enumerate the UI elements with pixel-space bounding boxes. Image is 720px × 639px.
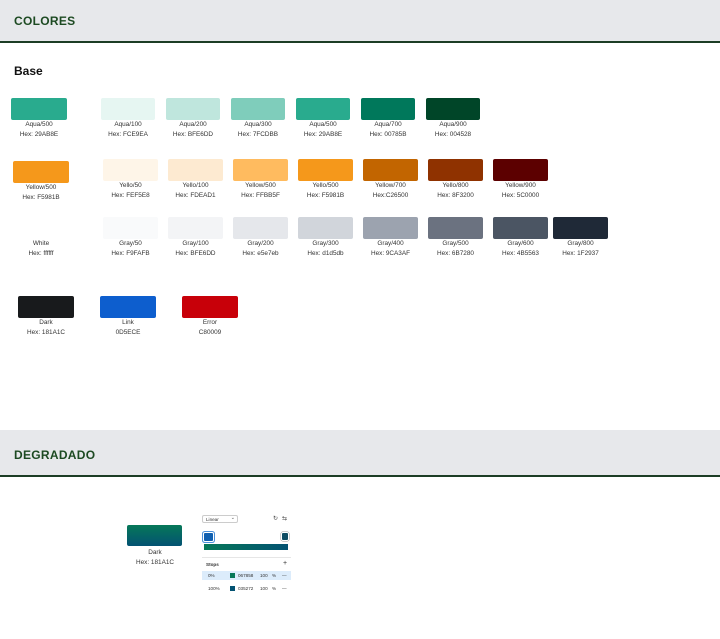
color-swatch xyxy=(11,98,67,120)
swatch-hex: Hex: 5C0000 xyxy=(501,192,540,199)
color-swatch xyxy=(426,98,480,120)
swatch-name: Gray/800 xyxy=(567,240,594,247)
color-swatch xyxy=(168,159,223,181)
swatch-label: Link 0D5ECE xyxy=(83,318,173,338)
swatch-name: Dark xyxy=(148,549,162,556)
stop-color-chip[interactable] xyxy=(230,586,235,591)
color-swatch xyxy=(363,159,418,181)
stop-opacity-unit: % xyxy=(272,586,277,591)
color-swatch xyxy=(361,98,415,120)
color-swatch xyxy=(428,217,483,239)
stops-heading: Stops xyxy=(206,562,219,567)
stop-row[interactable]: 0% 067858 100 % — xyxy=(202,571,291,580)
stop-color-chip[interactable] xyxy=(230,573,235,578)
gradient-stop-handle-start[interactable] xyxy=(204,533,213,541)
color-swatch xyxy=(296,98,350,120)
stop-hex[interactable]: 067858 xyxy=(238,571,253,580)
gradient-type-select[interactable]: Linear ⌄ xyxy=(202,515,238,523)
color-swatch xyxy=(298,217,353,239)
remove-stop-icon[interactable]: — xyxy=(282,571,287,580)
swatch-hex: Hex: 181A1C xyxy=(26,329,65,336)
color-swatch xyxy=(231,98,285,120)
color-swatch xyxy=(168,217,223,239)
gradient-editor: Linear ⌄ ↻ ⇆ Stops + 0% 067858 100 % — 1… xyxy=(200,512,293,604)
swatch-name: Yellow/900 xyxy=(505,182,536,189)
swatch-hex: Hex: ffffff xyxy=(28,250,54,257)
stop-opacity-unit: % xyxy=(272,573,277,578)
colores-header: COLORES xyxy=(0,0,720,43)
swatch-hex: Hex: 181A1C xyxy=(135,559,174,566)
swatch-label: Aqua/900 Hex: 004528 xyxy=(408,120,498,140)
color-swatch xyxy=(103,217,158,239)
color-swatch xyxy=(298,159,353,181)
swatch-hex: C80009 xyxy=(198,329,222,336)
swatch-hex: Hex: F5981B xyxy=(22,194,60,201)
stop-opacity[interactable]: 100 xyxy=(260,571,268,580)
swatch-label: Error C80009 xyxy=(165,318,255,338)
color-swatch xyxy=(103,159,158,181)
stop-position[interactable]: 100% xyxy=(208,584,220,593)
swatch-hex: Hex: 1F2937 xyxy=(562,250,599,257)
stop-opacity[interactable]: 100 xyxy=(260,584,268,593)
swatch-hex: Hex: 29AB8E xyxy=(19,131,59,138)
swap-icon[interactable]: ⇆ xyxy=(282,515,287,522)
swatch-name: Aqua/900 xyxy=(439,121,467,128)
base-title: Base xyxy=(14,64,43,78)
swatch-name: Yellow/500 xyxy=(25,184,57,191)
color-swatch xyxy=(101,98,155,120)
chevron-down-icon: ⌄ xyxy=(230,515,235,521)
stop-row[interactable]: 100% 035272 100 % — xyxy=(202,584,291,593)
color-swatch xyxy=(18,296,74,318)
color-swatch xyxy=(13,161,69,183)
gradient-type-value: Linear xyxy=(206,517,219,522)
divider xyxy=(202,557,291,558)
swatch-label: White Hex: ffffff xyxy=(0,239,86,259)
stop-position[interactable]: 0% xyxy=(208,571,215,580)
swatch-name: Aqua/500 xyxy=(25,121,53,128)
color-swatch xyxy=(553,217,608,239)
swatch-label: Yellow/500 Hex: F5981B xyxy=(0,183,86,203)
gradient-stop-handle-end[interactable] xyxy=(282,533,288,540)
gradient-swatch-label: Dark Hex: 181A1C xyxy=(110,548,200,568)
gradient-bar[interactable] xyxy=(204,544,288,550)
remove-stop-icon[interactable]: — xyxy=(282,584,287,593)
color-swatch xyxy=(182,296,238,318)
colores-title: COLORES xyxy=(14,14,76,28)
swatch-label: Gray/800 Hex: 1F2937 xyxy=(536,239,626,259)
color-swatch xyxy=(233,217,288,239)
swatch-label: Yellow/900 Hex: 5C0000 xyxy=(476,181,566,201)
color-swatch xyxy=(493,217,548,239)
add-stop-button[interactable]: + xyxy=(283,560,287,567)
swatch-hex: 0D5ECE xyxy=(115,329,141,336)
stop-hex[interactable]: 035272 xyxy=(238,584,253,593)
swatch-hex: Hex: 004528 xyxy=(434,131,472,138)
swatch-name: Error xyxy=(202,319,218,326)
swatch-name: Link xyxy=(122,319,134,326)
color-swatch xyxy=(233,159,288,181)
color-swatch xyxy=(428,159,483,181)
swatch-label: Aqua/500 Hex: 29AB8E xyxy=(0,120,84,140)
degradado-title: DEGRADADO xyxy=(14,448,96,462)
swatch-name: White xyxy=(32,240,50,247)
color-swatch xyxy=(493,159,548,181)
swatch-label: Dark Hex: 181A1C xyxy=(1,318,91,338)
color-swatch xyxy=(100,296,156,318)
rotate-icon[interactable]: ↻ xyxy=(273,515,278,522)
gradient-swatch xyxy=(127,525,182,546)
color-swatch xyxy=(166,98,220,120)
color-swatch xyxy=(363,217,418,239)
degradado-header: DEGRADADO xyxy=(0,430,720,477)
swatch-name: Dark xyxy=(39,319,53,326)
